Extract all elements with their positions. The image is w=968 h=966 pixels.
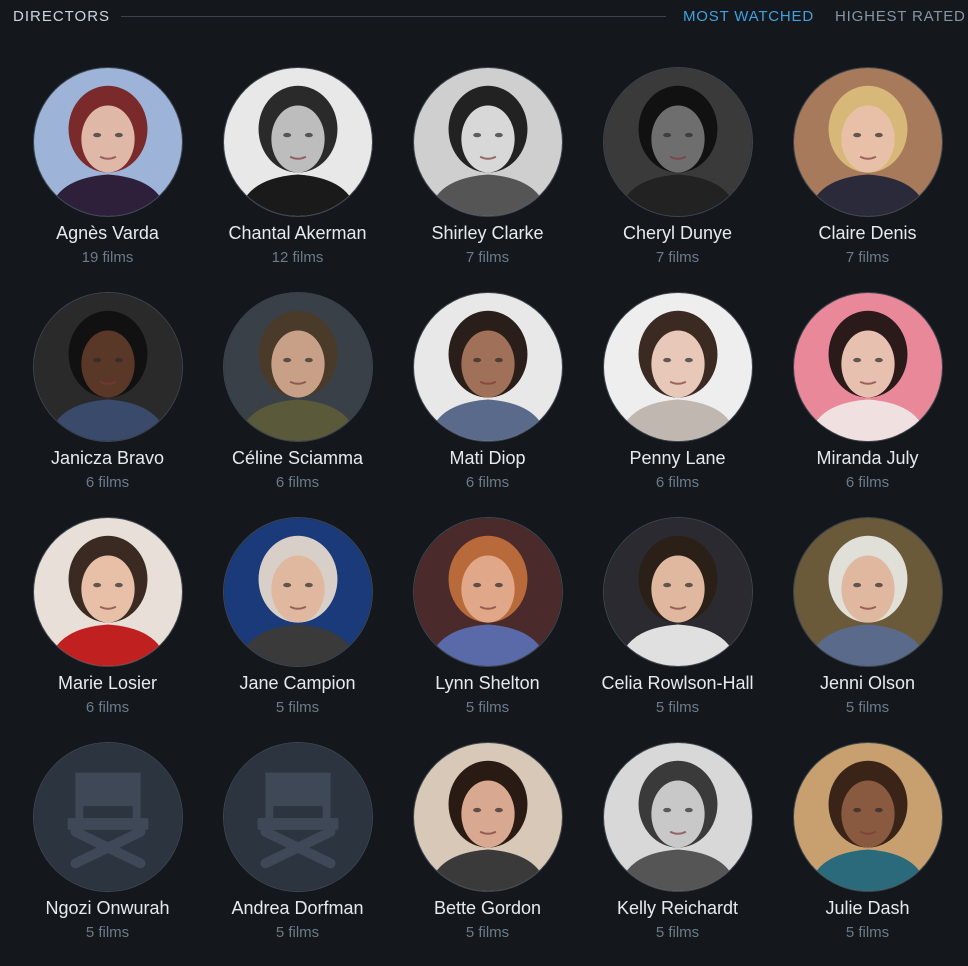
- tab-highest-rated[interactable]: HIGHEST RATED: [835, 8, 966, 25]
- director-name[interactable]: Jane Campion: [190, 673, 405, 694]
- director-name[interactable]: Jenni Olson: [760, 673, 968, 694]
- director-name[interactable]: Cheryl Dunye: [570, 223, 785, 244]
- director-name[interactable]: Shirley Clarke: [380, 223, 595, 244]
- directors-header: DIRECTORS MOST WATCHED HIGHEST RATED: [0, 0, 968, 34]
- director-name[interactable]: Julie Dash: [760, 898, 968, 919]
- film-count: 6 films: [85, 474, 130, 491]
- director-card[interactable]: Penny Lane 6 films: [570, 291, 760, 516]
- film-count: 7 films: [465, 249, 510, 266]
- director-name[interactable]: Janicza Bravo: [0, 448, 215, 469]
- director-card[interactable]: Agnès Varda 19 films: [0, 66, 190, 291]
- director-name[interactable]: Marie Losier: [0, 673, 215, 694]
- film-count: 5 films: [655, 699, 700, 716]
- film-count: 5 films: [275, 924, 320, 941]
- director-avatar[interactable]: [413, 517, 563, 667]
- director-name[interactable]: Penny Lane: [570, 448, 785, 469]
- director-card[interactable]: Julie Dash 5 films: [760, 741, 950, 966]
- director-name[interactable]: Kelly Reichardt: [570, 898, 785, 919]
- director-avatar[interactable]: [793, 742, 943, 892]
- film-count: 5 films: [465, 699, 510, 716]
- director-card[interactable]: Janicza Bravo 6 films: [0, 291, 190, 516]
- director-avatar[interactable]: [33, 292, 183, 442]
- director-card[interactable]: Marie Losier 6 films: [0, 516, 190, 741]
- film-count: 6 films: [655, 474, 700, 491]
- director-name[interactable]: Celia Rowlson-Hall: [570, 673, 785, 694]
- director-card[interactable]: Kelly Reichardt 5 films: [570, 741, 760, 966]
- director-avatar[interactable]: [793, 67, 943, 217]
- director-card[interactable]: Shirley Clarke 7 films: [380, 66, 570, 291]
- director-card[interactable]: Celia Rowlson-Hall 5 films: [570, 516, 760, 741]
- film-count: 5 films: [845, 924, 890, 941]
- director-avatar[interactable]: [223, 292, 373, 442]
- director-avatar[interactable]: [413, 742, 563, 892]
- film-count: 6 films: [275, 474, 320, 491]
- director-card[interactable]: Ngozi Onwurah 5 films: [0, 741, 190, 966]
- director-card[interactable]: Cheryl Dunye 7 films: [570, 66, 760, 291]
- film-count: 6 films: [465, 474, 510, 491]
- director-name[interactable]: Lynn Shelton: [380, 673, 595, 694]
- director-avatar[interactable]: [603, 517, 753, 667]
- film-count: 7 films: [655, 249, 700, 266]
- director-name[interactable]: Chantal Akerman: [190, 223, 405, 244]
- film-count: 6 films: [845, 474, 890, 491]
- director-card[interactable]: Miranda July 6 films: [760, 291, 950, 516]
- film-count: 19 films: [81, 249, 134, 266]
- director-avatar[interactable]: [603, 292, 753, 442]
- director-name[interactable]: Miranda July: [760, 448, 968, 469]
- director-avatar[interactable]: [33, 517, 183, 667]
- director-avatar[interactable]: [413, 67, 563, 217]
- director-card[interactable]: Mati Diop 6 films: [380, 291, 570, 516]
- header-divider: [121, 16, 666, 17]
- director-name[interactable]: Bette Gordon: [380, 898, 595, 919]
- director-name[interactable]: Claire Denis: [760, 223, 968, 244]
- director-avatar[interactable]: [223, 67, 373, 217]
- director-avatar[interactable]: [603, 67, 753, 217]
- film-count: 5 films: [655, 924, 700, 941]
- film-count: 6 films: [85, 699, 130, 716]
- director-avatar[interactable]: [223, 517, 373, 667]
- director-name[interactable]: Céline Sciamma: [190, 448, 405, 469]
- director-card[interactable]: Lynn Shelton 5 films: [380, 516, 570, 741]
- director-name[interactable]: Ngozi Onwurah: [0, 898, 215, 919]
- director-placeholder-icon[interactable]: [33, 742, 183, 892]
- director-avatar[interactable]: [793, 517, 943, 667]
- tab-most-watched[interactable]: MOST WATCHED: [683, 8, 814, 25]
- director-avatar[interactable]: [603, 742, 753, 892]
- director-card[interactable]: Andrea Dorfman 5 films: [190, 741, 380, 966]
- director-avatar[interactable]: [413, 292, 563, 442]
- film-count: 5 films: [845, 699, 890, 716]
- director-card[interactable]: Céline Sciamma 6 films: [190, 291, 380, 516]
- director-card[interactable]: Chantal Akerman 12 films: [190, 66, 380, 291]
- film-count: 7 films: [845, 249, 890, 266]
- film-count: 12 films: [271, 249, 324, 266]
- director-avatar[interactable]: [793, 292, 943, 442]
- director-card[interactable]: Claire Denis 7 films: [760, 66, 950, 291]
- director-name[interactable]: Mati Diop: [380, 448, 595, 469]
- film-count: 5 films: [85, 924, 130, 941]
- director-avatar[interactable]: [33, 67, 183, 217]
- director-card[interactable]: Bette Gordon 5 films: [380, 741, 570, 966]
- director-name[interactable]: Andrea Dorfman: [190, 898, 405, 919]
- section-title: DIRECTORS: [13, 8, 111, 25]
- film-count: 5 films: [465, 924, 510, 941]
- director-card[interactable]: Jenni Olson 5 films: [760, 516, 950, 741]
- director-placeholder-icon[interactable]: [223, 742, 373, 892]
- director-name[interactable]: Agnès Varda: [0, 223, 215, 244]
- film-count: 5 films: [275, 699, 320, 716]
- director-card[interactable]: Jane Campion 5 films: [190, 516, 380, 741]
